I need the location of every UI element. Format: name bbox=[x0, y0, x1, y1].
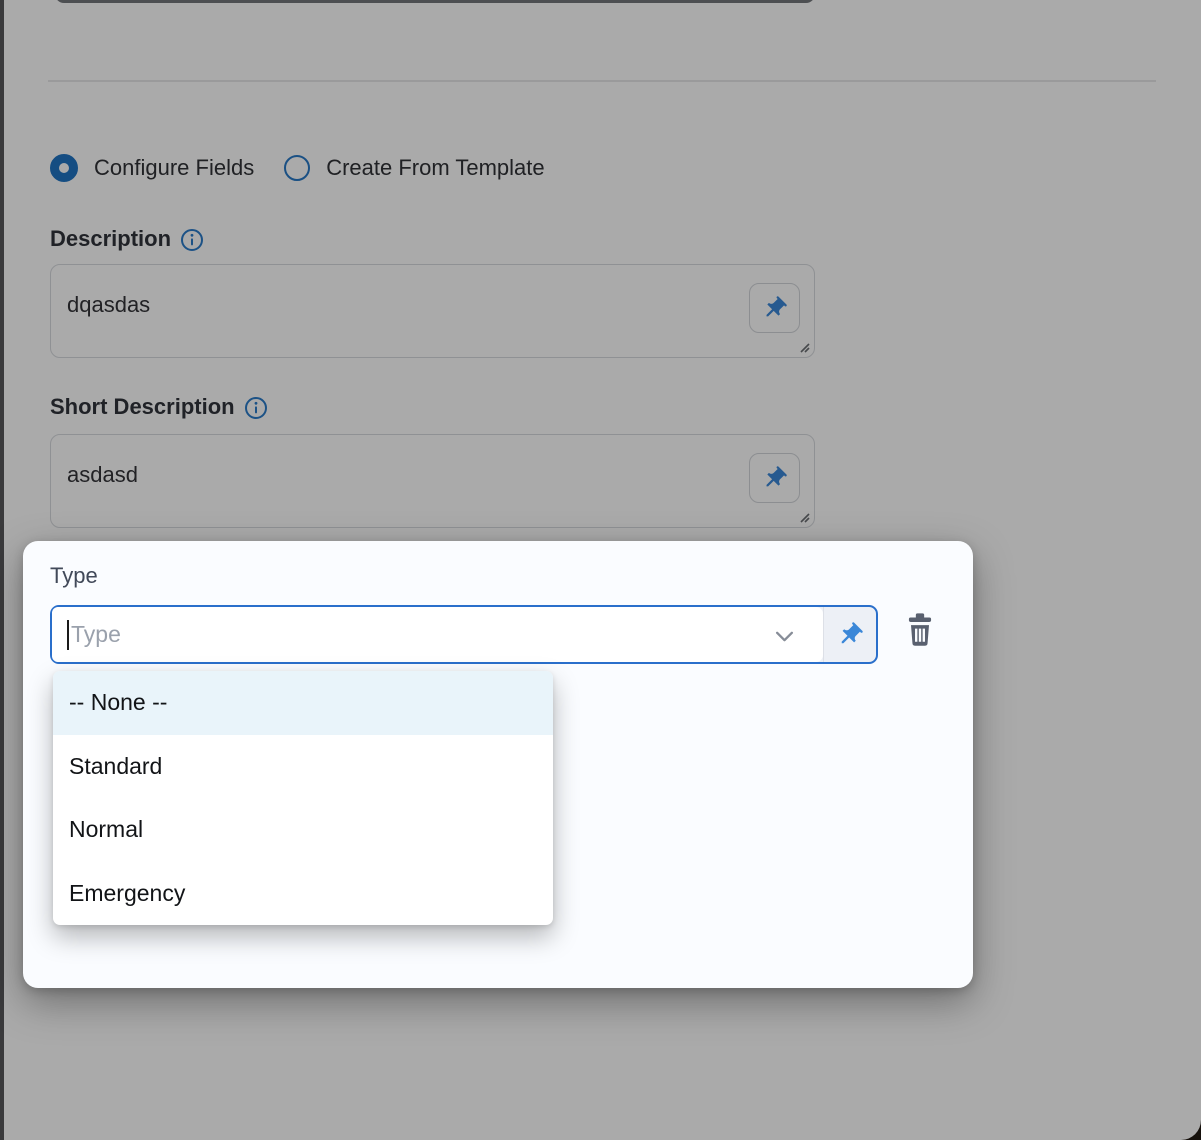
delete-field-button[interactable] bbox=[897, 607, 943, 653]
type-field-card: Type Type bbox=[23, 541, 973, 988]
pin-button[interactable] bbox=[823, 607, 876, 662]
type-label: Type bbox=[50, 563, 98, 589]
type-dropdown: -- None -- Standard Normal Emergency bbox=[53, 671, 553, 925]
trash-icon bbox=[903, 612, 937, 648]
type-input-placeholder: Type bbox=[71, 621, 121, 648]
text-caret bbox=[67, 620, 69, 650]
chevron-down-icon[interactable] bbox=[774, 626, 795, 647]
pin-icon bbox=[836, 621, 864, 649]
dropdown-option-none[interactable]: -- None -- bbox=[53, 671, 553, 735]
dropdown-option-standard[interactable]: Standard bbox=[53, 735, 553, 799]
type-input[interactable]: Type bbox=[52, 607, 823, 662]
type-combobox[interactable]: Type bbox=[50, 605, 878, 664]
dropdown-option-normal[interactable]: Normal bbox=[53, 798, 553, 862]
dropdown-option-emergency[interactable]: Emergency bbox=[53, 862, 553, 926]
